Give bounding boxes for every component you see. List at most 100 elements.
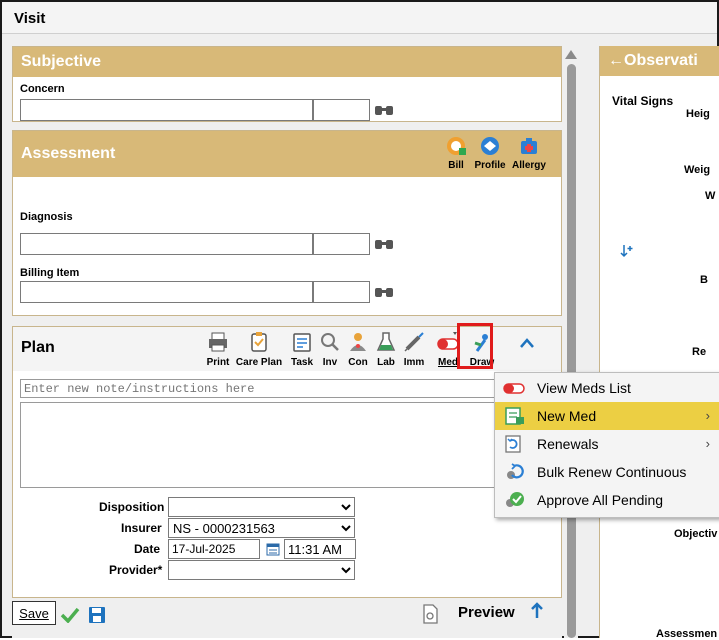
scroll-up-arrow-icon[interactable]	[565, 50, 577, 59]
submenu-arrow-icon: ›	[705, 408, 710, 423]
print-button[interactable]: Print	[203, 331, 233, 368]
approve-check-icon	[506, 492, 524, 507]
profile-label: Profile	[474, 160, 506, 171]
observation-title: Observati	[624, 52, 698, 69]
notes-textarea[interactable]	[20, 402, 496, 488]
med-context-menu: View Meds List New Med › Renewals › Bulk…	[494, 372, 719, 518]
inv-button[interactable]: Inv	[317, 331, 343, 368]
collapse-chevron-up-icon[interactable]	[519, 337, 535, 349]
bill-icon	[447, 137, 466, 155]
diagnosis-code-input[interactable]	[313, 233, 370, 255]
floppy-disk-icon[interactable]	[88, 606, 106, 624]
care-plan-icon	[251, 332, 267, 352]
menu-item-view-meds-list[interactable]: View Meds List	[495, 374, 719, 402]
vital-signs-heading: Vital Signs	[612, 94, 674, 108]
consult-doctor-icon	[350, 333, 366, 351]
subjective-header: Subjective	[13, 47, 561, 77]
menu-label-new-med: New Med	[537, 408, 597, 424]
vertical-scrollbar[interactable]	[564, 46, 578, 638]
new-document-icon	[505, 407, 524, 425]
imm-button[interactable]: Imm	[401, 331, 427, 368]
renewals-icon	[505, 435, 521, 453]
disposition-select[interactable]	[168, 497, 355, 517]
billing-item-label: Billing Item	[20, 267, 80, 279]
save-button[interactable]: Save	[12, 601, 56, 625]
plan-footer: Save Preview	[12, 598, 562, 638]
scroll-to-top-arrow-icon[interactable]	[530, 602, 544, 620]
printer-icon	[209, 332, 227, 352]
allergy-button[interactable]: Allergy	[509, 135, 549, 171]
sort-down-icon[interactable]	[620, 244, 634, 258]
observation-label-re: Re	[692, 346, 707, 358]
subjective-section: Subjective Concern	[12, 46, 562, 122]
menu-label-view-meds-list: View Meds List	[537, 380, 631, 396]
allergy-icon	[521, 138, 537, 154]
observation-label-height: Heig	[686, 108, 710, 120]
menu-item-new-med[interactable]: New Med ›	[495, 402, 719, 430]
pill-icon	[503, 383, 525, 394]
calendar-icon[interactable]	[266, 542, 280, 556]
task-label: Task	[290, 357, 314, 368]
care-plan-label: Care Plan	[235, 357, 283, 368]
date-input[interactable]	[168, 539, 260, 559]
observation-label-w: W	[705, 190, 716, 202]
assessment-title: Assessment	[21, 145, 116, 162]
bill-button[interactable]: Bill	[443, 135, 469, 171]
diagnosis-input[interactable]	[20, 233, 313, 255]
provider-label: Provider*	[109, 563, 163, 577]
provider-select[interactable]	[168, 560, 355, 580]
lab-button[interactable]: Lab	[373, 331, 399, 368]
imm-label: Imm	[403, 357, 425, 368]
time-input[interactable]	[284, 539, 356, 559]
menu-item-approve-all-pending[interactable]: Approve All Pending	[495, 486, 719, 514]
visit-window: Visit Subjective Concern Assessment Bill	[0, 0, 719, 640]
preview-document-icon[interactable]	[422, 604, 438, 624]
syringe-icon	[404, 332, 424, 352]
concern-search-binoculars-icon[interactable]	[374, 103, 394, 117]
task-icon	[293, 333, 311, 352]
insurer-select[interactable]: NS - 0000231563	[168, 518, 355, 538]
menu-item-bulk-renew-continuous[interactable]: Bulk Renew Continuous	[495, 458, 719, 486]
concern-input[interactable]	[20, 99, 313, 121]
refresh-icon	[507, 463, 524, 479]
scroll-thumb[interactable]	[567, 64, 576, 638]
profile-icon	[481, 137, 499, 155]
disposition-label: Disposition	[99, 500, 165, 514]
observation-label-weight: Weig	[684, 164, 711, 176]
observation-label-b: B	[700, 274, 708, 286]
task-button[interactable]: Task	[289, 331, 315, 368]
submenu-arrow-icon: ›	[705, 436, 710, 451]
med-highlight-box	[457, 323, 493, 369]
billing-item-input[interactable]	[20, 281, 313, 303]
con-label: Con	[348, 357, 368, 368]
assessment-section: Assessment Bill Profile Allergy Diagnosi…	[12, 130, 562, 316]
care-plan-button[interactable]: Care Plan	[233, 331, 285, 368]
observation-panel: ←Observati Vital Signs Heig Weig W B Re …	[599, 46, 719, 640]
diagnosis-label: Diagnosis	[20, 211, 73, 223]
profile-button[interactable]: Profile	[473, 135, 507, 171]
observation-label-assessment: Assessmen	[656, 628, 718, 640]
lab-flask-icon	[376, 332, 396, 351]
insurer-label: Insurer	[121, 521, 162, 535]
bill-label: Bill	[448, 160, 464, 171]
concern-code-input[interactable]	[313, 99, 370, 121]
allergy-label: Allergy	[512, 160, 546, 171]
back-arrow-icon: ←	[608, 52, 624, 69]
billing-item-code-input[interactable]	[313, 281, 370, 303]
billing-item-search-binoculars-icon[interactable]	[374, 285, 394, 299]
observation-header[interactable]: ←Observati	[600, 46, 719, 76]
assessment-header: Assessment Bill Profile Allergy	[13, 131, 561, 177]
plan-title: Plan	[21, 339, 55, 356]
observation-label-objective: Objectiv	[674, 528, 718, 540]
menu-label-bulk-renew-continuous: Bulk Renew Continuous	[537, 464, 687, 480]
diagnosis-search-binoculars-icon[interactable]	[374, 237, 394, 251]
new-note-input[interactable]	[20, 379, 496, 398]
magnifier-icon	[321, 333, 339, 351]
window-title: Visit	[14, 10, 46, 27]
menu-item-renewals[interactable]: Renewals ›	[495, 430, 719, 458]
lab-label: Lab	[377, 357, 395, 368]
print-label: Print	[206, 357, 230, 368]
save-check-icon[interactable]	[60, 607, 80, 623]
preview-button[interactable]: Preview	[458, 604, 515, 621]
con-button[interactable]: Con	[345, 331, 371, 368]
